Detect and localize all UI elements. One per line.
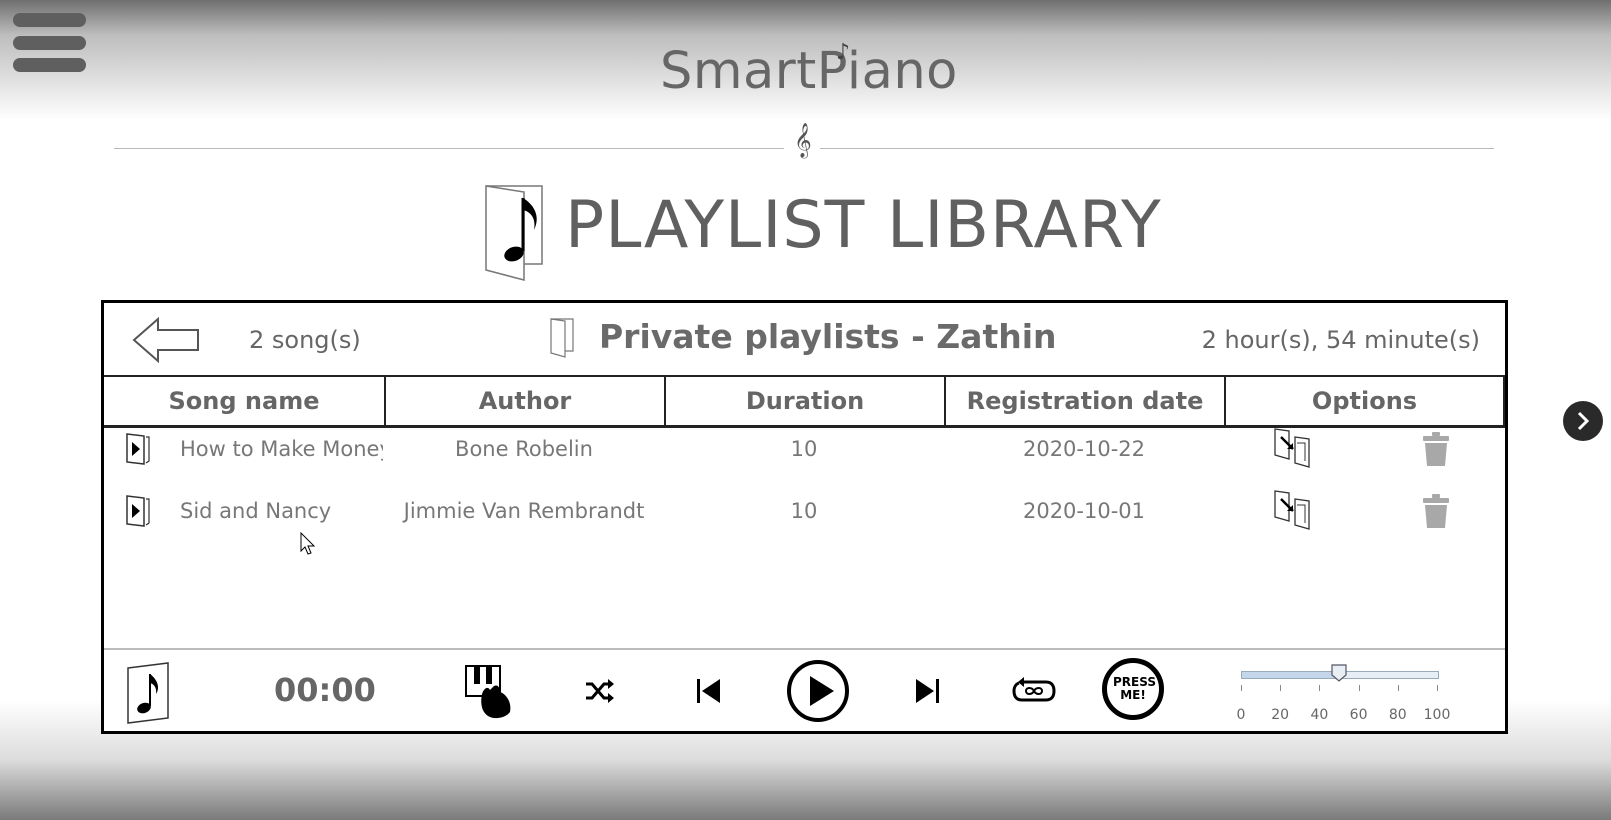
play-circle-icon[interactable] (786, 659, 850, 723)
brand-logo: SmartPiano ♪ (660, 40, 957, 110)
header-divider (820, 148, 1494, 149)
move-to-playlist-icon[interactable] (1273, 489, 1313, 531)
menu-bar (13, 13, 86, 27)
song-count: 2 song(s) (249, 326, 361, 354)
chevron-right-icon (1577, 411, 1590, 431)
column-song-name[interactable]: Song name (104, 377, 384, 425)
menu-bar (13, 36, 86, 50)
column-registration-date[interactable]: Registration date (944, 377, 1224, 425)
volume-tick-label: 80 (1388, 707, 1407, 723)
total-duration: 2 hour(s), 54 minute(s) (1201, 326, 1480, 354)
song-name: Sid and Nancy (180, 499, 332, 523)
volume-tick-mark (1397, 685, 1399, 691)
next-page-button[interactable] (1563, 401, 1603, 441)
song-duration: 10 (790, 499, 818, 523)
repeat-infinity-icon[interactable] (1012, 676, 1056, 706)
table-header: Song name Author Duration Registration d… (104, 375, 1505, 428)
play-song-icon[interactable] (126, 433, 150, 465)
playlist-folder-icon (550, 318, 574, 358)
volume-tick-label: 40 (1310, 707, 1329, 723)
hamburger-menu-icon[interactable] (13, 13, 86, 73)
song-author: Bone Robelin (455, 437, 593, 461)
playlist-name: Private playlists - Zathin (599, 317, 1057, 356)
column-author[interactable]: Author (384, 377, 664, 425)
volume-tick-label: 60 (1349, 707, 1368, 723)
table-row[interactable]: How to Make Money S Bone Robelin 10 2020… (104, 425, 1505, 475)
treble-clef-icon: 𝄞 (794, 123, 812, 158)
brand-name: SmartPiano (660, 42, 958, 101)
volume-tick-label: 0 (1236, 707, 1246, 723)
player-bar: 00:00 PRESS ME! 0 20 40 60 80 100 (104, 648, 1505, 733)
volume-tick-label: 20 (1271, 707, 1290, 723)
column-options: Options (1224, 377, 1505, 425)
music-note-icon: ♪ (836, 40, 851, 65)
playback-time: 00:00 (274, 671, 376, 709)
press-me-label: PRESS ME! (1113, 675, 1156, 702)
playlist-library-icon (485, 185, 543, 281)
press-me-button[interactable]: PRESS ME! (1102, 658, 1164, 720)
registration-date: 2020-10-22 (1022, 437, 1146, 461)
volume-fill (1242, 672, 1340, 678)
playlist-panel: 2 song(s) Private playlists - Zathin 2 h… (101, 300, 1508, 734)
move-to-playlist-icon[interactable] (1273, 427, 1313, 469)
volume-slider[interactable]: 0 20 40 60 80 100 (1236, 663, 1450, 723)
mouse-cursor-icon (300, 532, 316, 555)
back-arrow-icon[interactable] (132, 317, 200, 363)
registration-date: 2020-10-01 (1022, 499, 1146, 523)
play-song-icon[interactable] (126, 495, 150, 527)
trash-icon[interactable] (1422, 493, 1450, 529)
volume-tick-mark (1437, 685, 1438, 691)
volume-tick-label: 100 (1423, 707, 1451, 723)
volume-tick-mark (1319, 685, 1321, 691)
shuffle-icon[interactable] (584, 678, 614, 704)
song-author: Jimmie Van Rembrandt (403, 499, 645, 523)
song-duration: 10 (790, 437, 818, 461)
skip-next-icon[interactable] (914, 678, 940, 704)
music-note-icon (127, 662, 169, 724)
volume-tick-mark (1358, 685, 1360, 691)
trash-icon[interactable] (1422, 431, 1450, 467)
volume-thumb[interactable] (1331, 664, 1347, 682)
table-row[interactable]: Sid and Nancy Jimmie Van Rembrandt 10 20… (104, 487, 1505, 537)
skip-previous-icon[interactable] (696, 678, 722, 704)
song-name: How to Make Money S (180, 437, 383, 461)
volume-tick-mark (1280, 685, 1282, 691)
piano-hand-icon[interactable] (464, 664, 514, 720)
volume-tick-mark (1241, 685, 1242, 691)
column-duration[interactable]: Duration (664, 377, 944, 425)
header-divider (114, 148, 784, 149)
menu-bar (13, 58, 86, 72)
page-title: PLAYLIST LIBRARY (565, 188, 1162, 263)
